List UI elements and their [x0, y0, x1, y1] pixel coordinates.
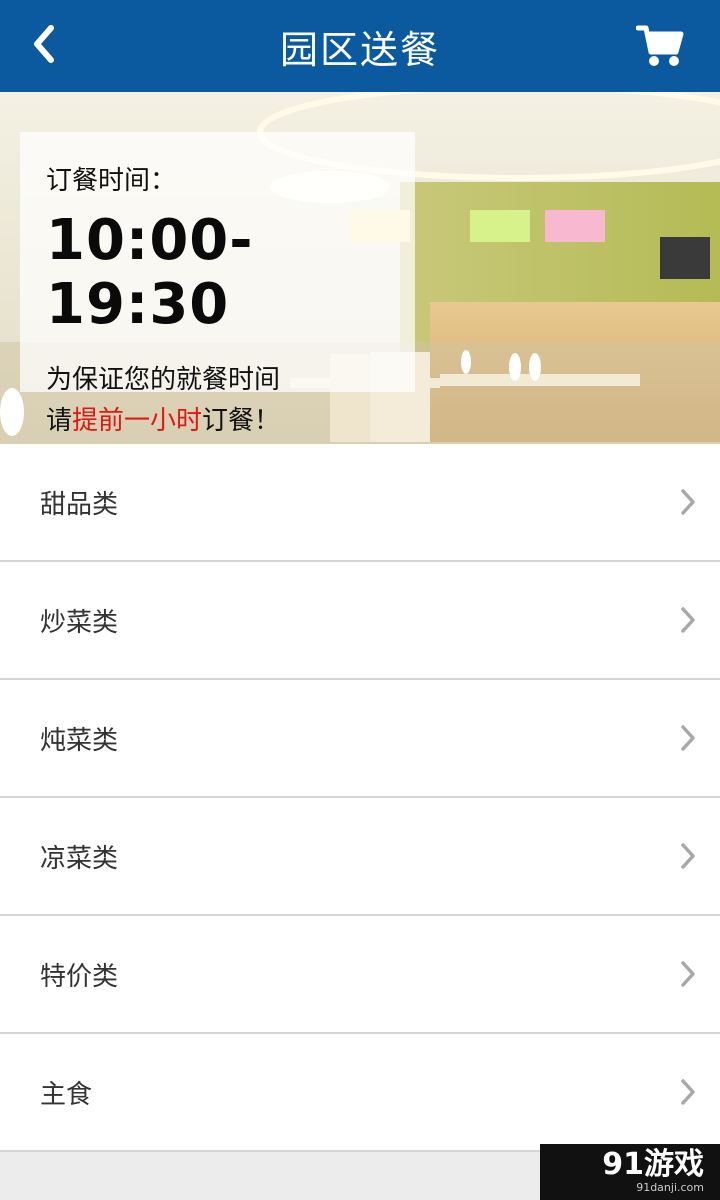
- category-label: 炖菜类: [40, 725, 119, 756]
- chevron-left-icon: [34, 25, 54, 63]
- watermark-site: 91danji.com: [636, 1181, 704, 1194]
- category-list: 甜品类 炒菜类 炖菜类 凉菜类 特价类 主食: [0, 444, 720, 1152]
- chevron-right-icon: [681, 843, 695, 869]
- top-bar: 园区送餐: [0, 0, 720, 92]
- page-title: 园区送餐: [279, 27, 440, 72]
- category-label: 主食: [40, 1079, 93, 1110]
- watermark-logo: 91游戏 91danji.com: [540, 1144, 720, 1200]
- category-stir-fry[interactable]: 炒菜类: [0, 562, 720, 680]
- category-label: 炒菜类: [40, 607, 119, 638]
- category-label: 特价类: [40, 961, 119, 992]
- chevron-right-icon: [681, 961, 695, 987]
- watermark-brand: 91游戏: [602, 1147, 704, 1182]
- chevron-right-icon: [681, 725, 695, 751]
- chevron-right-icon: [681, 607, 695, 633]
- notice-prefix: 请: [46, 406, 73, 436]
- chevron-right-icon: [681, 489, 695, 515]
- category-special-price[interactable]: 特价类: [0, 916, 720, 1034]
- ordering-time-label: 订餐时间：: [46, 166, 177, 196]
- notice-line-1: 为保证您的就餐时间: [46, 365, 281, 395]
- category-label: 甜品类: [40, 489, 119, 520]
- category-label: 凉菜类: [40, 843, 119, 874]
- chevron-right-icon: [681, 1079, 695, 1105]
- cart-icon: [635, 25, 684, 66]
- back-button[interactable]: [22, 22, 66, 66]
- category-dessert[interactable]: 甜品类: [0, 444, 720, 562]
- category-staple-food[interactable]: 主食: [0, 1034, 720, 1152]
- notice-suffix: 订餐！: [202, 406, 281, 436]
- category-stew[interactable]: 炖菜类: [0, 680, 720, 798]
- ordering-notice: 订餐时间： 10:00-19:30 为保证您的就餐时间 请提前一小时订餐！: [20, 132, 415, 436]
- restaurant-banner: 订餐时间： 10:00-19:30 为保证您的就餐时间 请提前一小时订餐！: [0, 92, 720, 444]
- notice-line-2: 请提前一小时订餐！: [46, 400, 415, 437]
- cart-button[interactable]: [635, 24, 684, 68]
- ordering-time-value: 10:00-19:30: [46, 208, 254, 337]
- category-cold-dish[interactable]: 凉菜类: [0, 798, 720, 916]
- notice-highlight: 提前一小时: [72, 406, 203, 436]
